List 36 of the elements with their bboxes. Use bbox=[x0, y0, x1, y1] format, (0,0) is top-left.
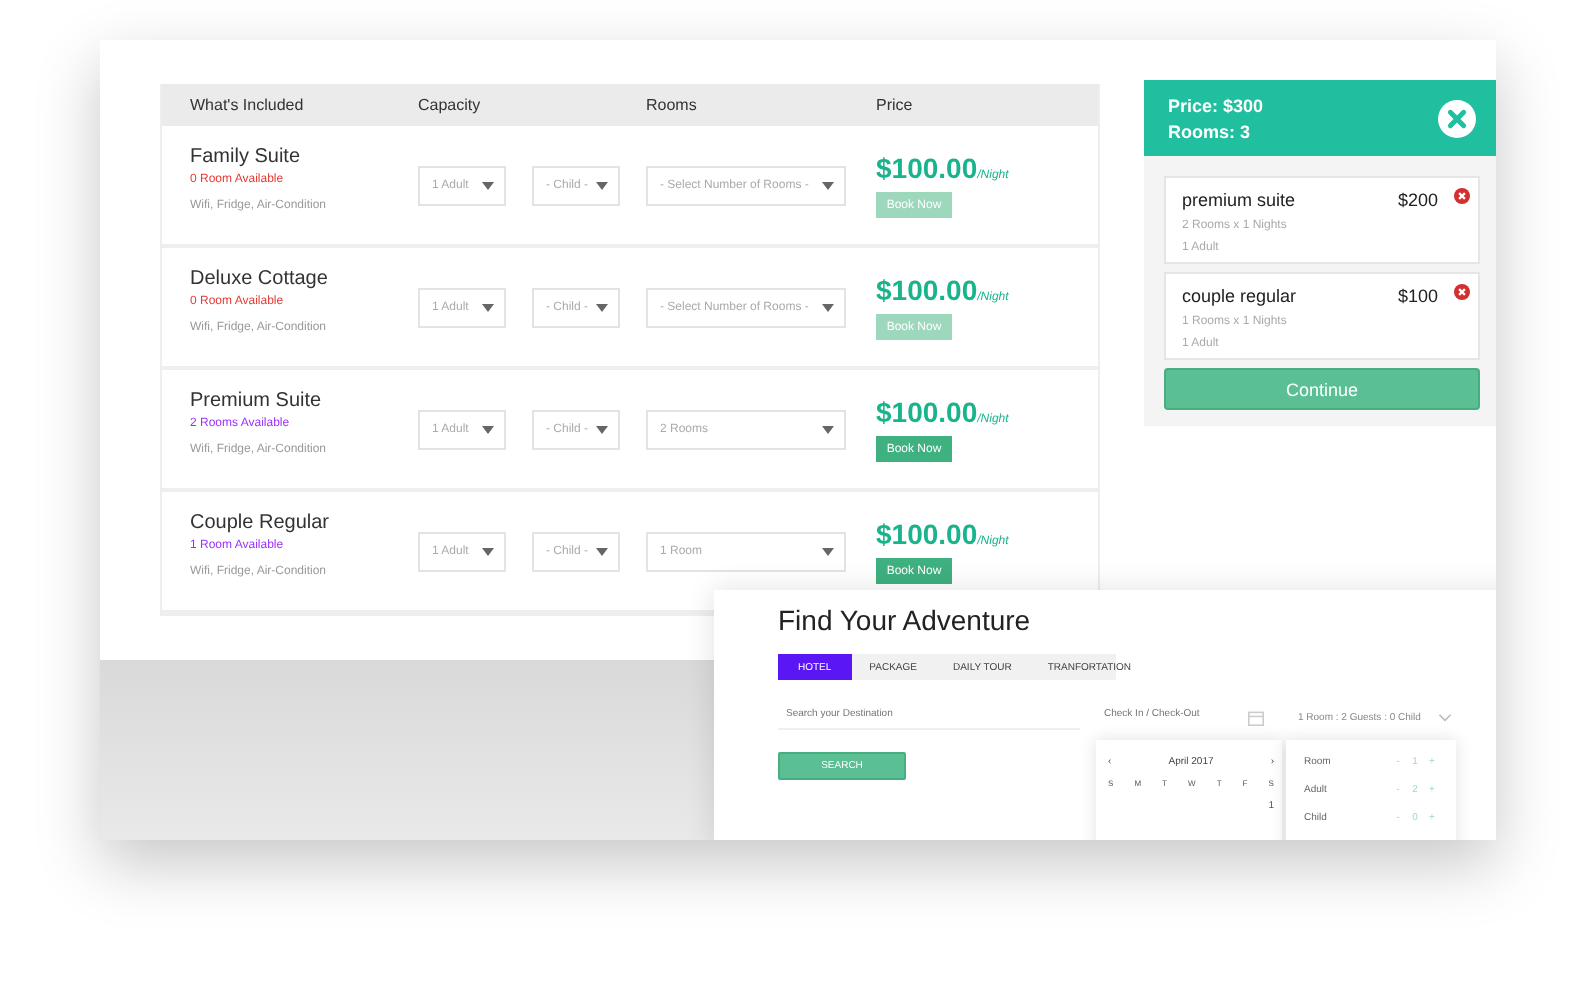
item-name: couple regular bbox=[1182, 286, 1297, 306]
caret-icon bbox=[822, 547, 834, 555]
caret-icon bbox=[482, 303, 494, 311]
item-name: premium suite bbox=[1182, 190, 1296, 210]
continue-button[interactable]: Continue bbox=[1164, 368, 1480, 410]
caret-icon bbox=[596, 303, 608, 311]
column-header: What's Included bbox=[188, 96, 306, 114]
caret-icon bbox=[482, 181, 494, 189]
caret-icon bbox=[596, 425, 608, 433]
room-price: $100.00 bbox=[876, 396, 978, 428]
caret-icon bbox=[822, 425, 834, 433]
column-header: Price bbox=[876, 96, 915, 114]
item-price: $100 bbox=[1397, 286, 1438, 306]
chevron-icon bbox=[1438, 714, 1453, 722]
calendar-icon bbox=[1248, 710, 1264, 726]
remove-icon[interactable] bbox=[1454, 284, 1470, 300]
room-price: $100.00 bbox=[876, 518, 978, 550]
room-price: $100.00 bbox=[876, 152, 978, 184]
column-header: Rooms bbox=[646, 96, 699, 114]
search-title: Find Your Adventure bbox=[778, 604, 1033, 636]
remove-icon[interactable] bbox=[1454, 188, 1470, 204]
caret-icon bbox=[596, 547, 608, 555]
room-name: Premium Suite bbox=[190, 390, 324, 412]
room-name: Deluxe Cottage bbox=[190, 268, 330, 290]
caret-icon bbox=[822, 303, 834, 311]
cart-total: Price: $300 bbox=[1168, 95, 1264, 115]
caret-icon bbox=[822, 181, 834, 189]
column-header: Capacity bbox=[418, 96, 483, 114]
caret-icon bbox=[596, 181, 608, 189]
cart-rooms: Rooms: 3 bbox=[1168, 121, 1253, 141]
room-price: $100.00 bbox=[876, 274, 978, 306]
caret-icon bbox=[482, 425, 494, 433]
room-name: Couple Regular bbox=[190, 512, 331, 534]
room-name: Family Suite bbox=[190, 146, 303, 168]
item-price: $200 bbox=[1397, 190, 1438, 210]
caret-icon bbox=[482, 547, 494, 555]
